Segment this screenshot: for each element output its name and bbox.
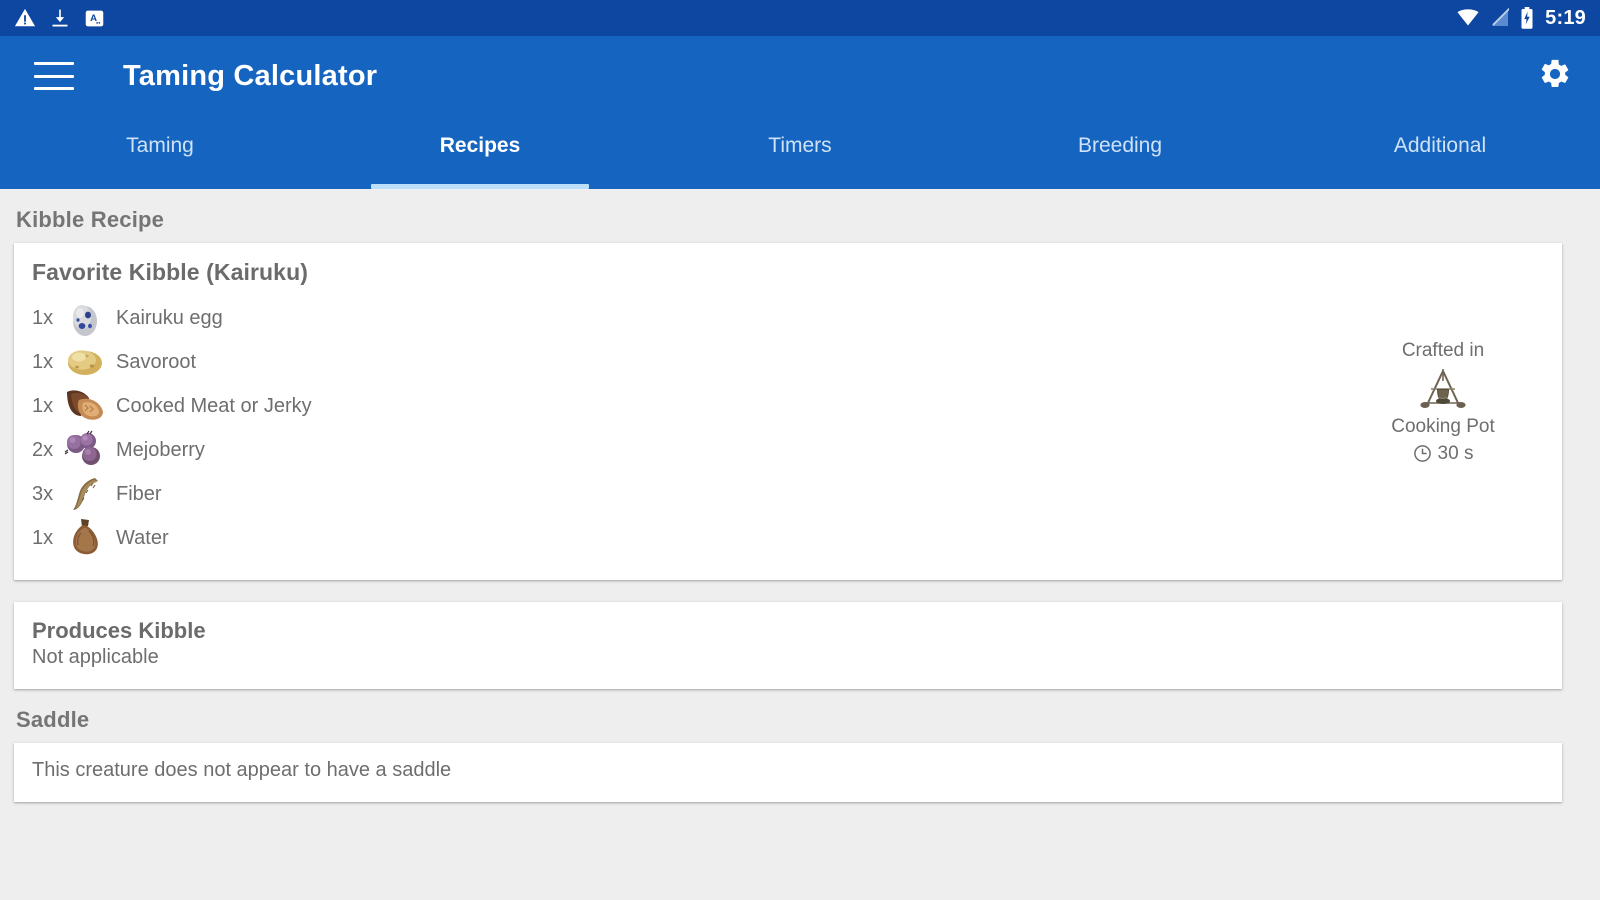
fiber-icon bbox=[62, 473, 108, 515]
cooked-meat-icon bbox=[62, 385, 108, 427]
hamburger-menu-icon[interactable] bbox=[34, 62, 74, 90]
tab-label: Breeding bbox=[1078, 134, 1162, 158]
ingredient-name: Cooked Meat or Jerky bbox=[116, 395, 312, 418]
savoroot-icon bbox=[62, 341, 108, 383]
ingredient-name: Savoroot bbox=[116, 351, 196, 374]
mejoberry-icon bbox=[62, 429, 108, 471]
kairuku-egg-icon bbox=[62, 297, 108, 339]
kibble-recipe-card-title: Favorite Kibble (Kairuku) bbox=[32, 259, 1544, 286]
battery-charging-icon bbox=[1520, 7, 1534, 29]
tab-taming[interactable]: Taming bbox=[0, 116, 320, 189]
ingredient-row: 1x Kairuku egg bbox=[32, 296, 1544, 340]
ingredient-quantity: 1x bbox=[32, 527, 62, 550]
kibble-recipe-card: Favorite Kibble (Kairuku) 1x Kairuku egg… bbox=[14, 243, 1562, 580]
status-bar-clock: 5:19 bbox=[1545, 7, 1586, 30]
status-bar: A 5:19 bbox=[0, 0, 1600, 36]
saddle-card: This creature does not appear to have a … bbox=[14, 743, 1562, 802]
tab-timers[interactable]: Timers bbox=[640, 116, 960, 189]
signal-off-icon bbox=[1491, 8, 1509, 28]
tab-bar: Taming Recipes Timers Breeding Additiona… bbox=[0, 116, 1600, 189]
tab-breeding[interactable]: Breeding bbox=[960, 116, 1280, 189]
tab-label: Additional bbox=[1394, 134, 1486, 158]
crafted-in-label: Crafted in bbox=[1348, 337, 1538, 365]
ingredient-row: 1x Water bbox=[32, 516, 1544, 560]
produces-kibble-title: Produces Kibble bbox=[32, 618, 1544, 644]
app-bar: Taming Calculator Taming Recipes Timers … bbox=[0, 36, 1600, 189]
page-title: Taming Calculator bbox=[123, 60, 377, 93]
tab-label: Taming bbox=[126, 134, 194, 158]
tab-recipes[interactable]: Recipes bbox=[320, 116, 640, 189]
gear-icon[interactable] bbox=[1538, 57, 1572, 96]
ingredient-quantity: 2x bbox=[32, 439, 62, 462]
wifi-icon bbox=[1456, 8, 1480, 28]
content-scroll-area[interactable]: Kibble Recipe Favorite Kibble (Kairuku) … bbox=[0, 189, 1600, 900]
saddle-card-body: This creature does not appear to have a … bbox=[14, 743, 1562, 802]
ingredient-row: 2x Mejoberry bbox=[32, 428, 1544, 472]
keyboard-input-icon: A bbox=[84, 8, 105, 29]
ingredient-row: 1x Cooked Meat or Jerky bbox=[32, 384, 1544, 428]
produces-kibble-text: Not applicable bbox=[32, 646, 1544, 669]
status-bar-right-icons: 5:19 bbox=[1456, 7, 1586, 30]
ingredient-name: Water bbox=[116, 527, 169, 550]
section-heading-saddle: Saddle bbox=[0, 689, 1600, 743]
download-icon bbox=[50, 7, 70, 29]
ingredient-name: Fiber bbox=[116, 483, 162, 506]
craft-time-value: 30 s bbox=[1438, 440, 1474, 468]
cooking-pot-icon bbox=[1348, 367, 1538, 411]
produces-kibble-card: Produces Kibble Not applicable bbox=[14, 602, 1562, 689]
ingredient-row: 1x Savoroot bbox=[32, 340, 1544, 384]
ingredient-name: Kairuku egg bbox=[116, 307, 223, 330]
warning-triangle-icon bbox=[14, 7, 36, 29]
crafted-in-station: Cooking Pot bbox=[1348, 413, 1538, 441]
ingredient-name: Mejoberry bbox=[116, 439, 205, 462]
tab-label: Recipes bbox=[440, 134, 521, 158]
app-bar-top-row: Taming Calculator bbox=[0, 36, 1600, 116]
ingredient-quantity: 1x bbox=[32, 395, 62, 418]
section-heading-kibble-recipe: Kibble Recipe bbox=[0, 189, 1600, 243]
produces-kibble-card-body: Produces Kibble Not applicable bbox=[14, 602, 1562, 689]
ingredient-quantity: 1x bbox=[32, 307, 62, 330]
tab-label: Timers bbox=[768, 134, 831, 158]
kibble-recipe-card-body: Favorite Kibble (Kairuku) 1x Kairuku egg… bbox=[14, 243, 1562, 580]
craft-time: 30 s bbox=[1348, 440, 1538, 468]
crafted-in-block: Crafted in bbox=[1348, 337, 1538, 468]
clock-icon bbox=[1413, 444, 1432, 463]
status-bar-left-icons: A bbox=[14, 7, 105, 29]
ingredient-quantity: 3x bbox=[32, 483, 62, 506]
ingredient-quantity: 1x bbox=[32, 351, 62, 374]
svg-text:A: A bbox=[90, 13, 97, 24]
tab-additional[interactable]: Additional bbox=[1280, 116, 1600, 189]
water-icon bbox=[62, 517, 108, 559]
saddle-text: This creature does not appear to have a … bbox=[32, 759, 1544, 782]
ingredient-row: 3x Fiber bbox=[32, 472, 1544, 516]
